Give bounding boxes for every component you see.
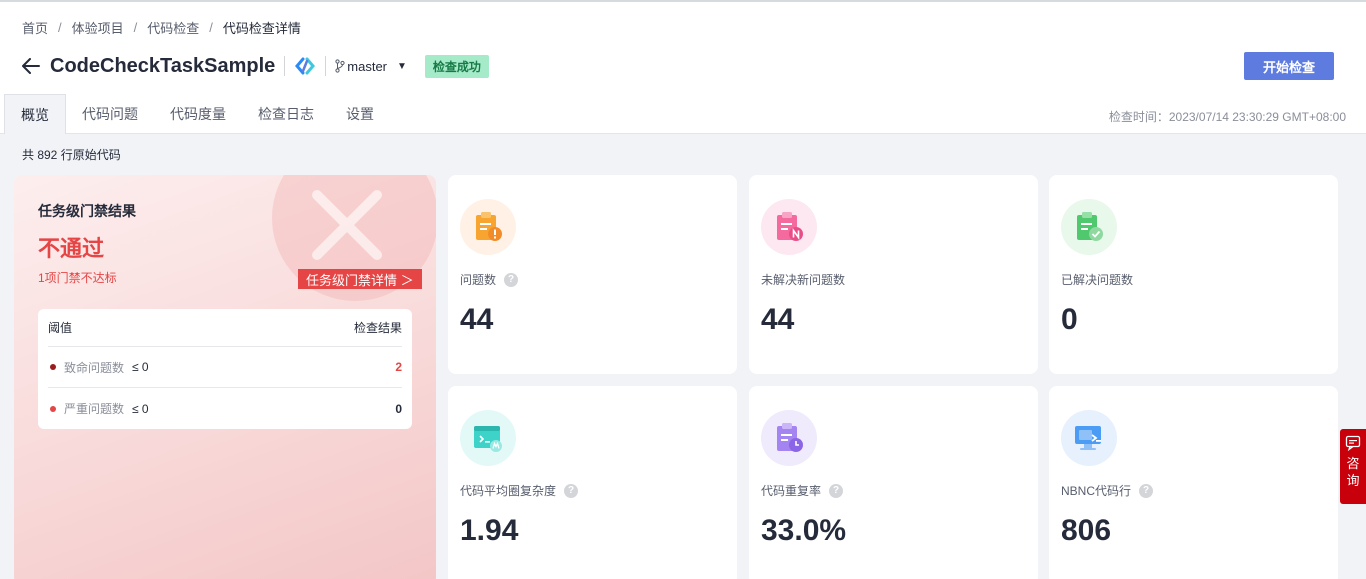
- chat-icon: [1345, 435, 1361, 451]
- consult-button[interactable]: 咨 询: [1340, 429, 1366, 504]
- tab-bar: 概览 代码问题 代码度量 检查日志 设置: [4, 94, 390, 134]
- help-icon[interactable]: ?: [1139, 483, 1154, 498]
- major-dot-icon: [50, 405, 56, 412]
- metric-label: 问题数?: [460, 271, 519, 288]
- header-result: 检查结果: [353, 321, 402, 335]
- metric-value: 44: [460, 303, 494, 336]
- branch-select[interactable]: master ▼: [335, 59, 407, 74]
- row-name: 严重问题数: [64, 402, 125, 416]
- metric-card-nbnc: NBNC代码行? 806: [1049, 386, 1338, 579]
- tab-settings[interactable]: 设置: [330, 94, 390, 134]
- breadcrumb-project[interactable]: 体验项目: [72, 18, 124, 37]
- branch-name: master: [347, 58, 388, 74]
- chevron-down-icon: ▼: [397, 60, 407, 72]
- row-value: 0: [395, 401, 402, 416]
- metric-card-unresolved-new: 未解决新问题数 44: [749, 175, 1038, 374]
- page-header: 首页 / 体验项目 / 代码检查 / 代码检查详情 CodeCheckTaskS…: [0, 2, 1366, 134]
- gate-table-header: 阈值 检查结果: [48, 309, 402, 347]
- row-condition: ≤ 0: [132, 401, 149, 416]
- metric-label: 代码重复率?: [761, 482, 844, 499]
- breadcrumb-current: 代码检查详情: [222, 21, 301, 36]
- row-condition: ≤ 0: [132, 360, 149, 374]
- table-row: 严重问题数 ≤ 0 0: [48, 388, 402, 429]
- metric-value: 806: [1061, 514, 1112, 547]
- branch-divider: [325, 56, 327, 76]
- task-title: CodeCheckTaskSample: [50, 54, 276, 77]
- status-badge: 检查成功: [424, 54, 489, 78]
- help-icon[interactable]: ?: [564, 483, 579, 498]
- metric-label: 未解决新问题数: [761, 273, 846, 287]
- header-threshold: 阈值: [48, 321, 73, 335]
- title-divider: [284, 56, 286, 76]
- gate-title: 任务级门禁结果: [38, 203, 136, 219]
- help-icon[interactable]: ?: [504, 272, 519, 287]
- metric-card-issues: 问题数? 44: [448, 175, 737, 374]
- metric-label: 已解决问题数: [1061, 273, 1134, 287]
- row-name: 致命问题数: [64, 360, 125, 375]
- help-icon[interactable]: ?: [829, 483, 844, 498]
- metric-card-duplication: 代码重复率? 33.0%: [749, 386, 1038, 579]
- clipboard-new-icon: [761, 199, 817, 255]
- breadcrumb-codecheck[interactable]: 代码检查: [147, 18, 199, 37]
- metric-label: NBNC代码行?: [1061, 482, 1154, 499]
- gate-result-card: 任务级门禁结果 不通过 1项门禁不达标 任务级门禁详情 ＞ 阈值 检查结果 致命…: [14, 175, 436, 579]
- metric-value: 44: [761, 303, 795, 336]
- repo-link-icon[interactable]: [294, 55, 316, 77]
- tab-code-metrics[interactable]: 代码度量: [154, 94, 242, 134]
- metric-card-complexity: 代码平均圈复杂度? 1.94: [448, 386, 737, 579]
- breadcrumb-home[interactable]: 首页: [22, 18, 48, 37]
- metric-value: 1.94: [460, 514, 519, 547]
- tab-code-issues[interactable]: 代码问题: [66, 94, 154, 134]
- start-check-button[interactable]: 开始检查: [1244, 52, 1334, 80]
- monitor-terminal-icon: [1061, 410, 1117, 466]
- clipboard-clock-icon: [761, 410, 817, 466]
- gate-detail-button[interactable]: 任务级门禁详情 ＞: [298, 269, 422, 289]
- check-time: 检查时间：2023/07/14 23:30:29 GMT+08:00: [1108, 110, 1346, 124]
- table-row: 致命问题数 ≤ 0 2: [48, 347, 402, 388]
- clipboard-check-icon: [1061, 199, 1117, 255]
- tab-check-log[interactable]: 检查日志: [242, 94, 330, 134]
- back-arrow-icon[interactable]: [20, 55, 42, 77]
- metric-value: 0: [1061, 303, 1078, 336]
- gate-subtitle: 1项门禁不达标: [38, 271, 117, 285]
- gate-threshold-table: 阈值 检查结果 致命问题数 ≤ 0 2 严重问题数 ≤ 0 0: [38, 309, 412, 429]
- breadcrumb: 首页 / 体验项目 / 代码检查 / 代码检查详情: [22, 18, 301, 37]
- tab-overview[interactable]: 概览: [4, 94, 66, 134]
- metric-card-resolved: 已解决问题数 0: [1049, 175, 1338, 374]
- metric-label: 代码平均圈复杂度?: [460, 482, 579, 499]
- consult-label-char: 询: [1346, 473, 1360, 488]
- clipboard-warning-icon: [460, 199, 516, 255]
- line-count: 共 892 行原始代码: [22, 148, 121, 162]
- consult-label-char: 咨: [1346, 456, 1360, 471]
- code-window-icon: [460, 410, 516, 466]
- critical-dot-icon: [50, 364, 56, 370]
- gate-result: 不通过: [38, 236, 105, 261]
- metric-value: 33.0%: [761, 514, 847, 547]
- title-row: CodeCheckTaskSample master ▼ 检查成功: [20, 52, 489, 80]
- row-value: 2: [395, 360, 402, 374]
- cross-icon: [312, 190, 382, 260]
- git-branch-icon: [335, 59, 345, 73]
